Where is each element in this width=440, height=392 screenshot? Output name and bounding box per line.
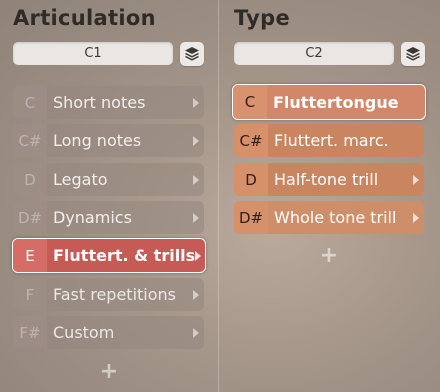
articulation-item-fluttert-trills[interactable]: E Fluttert. & trills (12, 238, 206, 273)
item-key: D# (234, 201, 268, 234)
chevron-right-icon (193, 212, 199, 223)
articulation-title: Articulation (13, 6, 156, 30)
type-panel: Type C2 C Fluttertongue C# Fluttert. mar… (219, 0, 440, 392)
item-key: E (13, 239, 47, 272)
chevron-right-icon (413, 212, 419, 223)
type-item-fluttertongue[interactable]: C Fluttertongue (232, 84, 426, 120)
plus-icon: + (99, 359, 119, 384)
layers-icon (406, 47, 420, 61)
type-item-whole-tone-trill[interactable]: D# Whole tone trill (234, 201, 424, 234)
type-title: Type (234, 6, 290, 30)
item-label: Fluttert. marc. (274, 131, 389, 150)
chevron-right-icon (193, 174, 199, 185)
articulation-item-long-notes[interactable]: C# Long notes (13, 124, 204, 157)
chevron-right-icon (193, 97, 199, 108)
chevron-right-icon (195, 250, 202, 261)
type-key-field[interactable]: C2 (234, 42, 394, 65)
add-type-button[interactable]: + (319, 243, 339, 268)
articulation-item-legato[interactable]: D Legato (13, 163, 204, 196)
articulation-layers-button[interactable] (180, 42, 204, 66)
add-articulation-button[interactable]: + (99, 359, 119, 384)
articulation-panel: Articulation C1 C Short notes C# Long no… (0, 0, 219, 392)
layers-icon (185, 47, 199, 61)
articulation-item-fast-repetitions[interactable]: F Fast repetitions (13, 278, 204, 311)
plus-icon: + (319, 243, 339, 268)
item-key: C (13, 86, 47, 119)
item-label: Dynamics (53, 208, 132, 227)
item-key: C# (234, 124, 268, 157)
item-label: Legato (53, 170, 108, 189)
item-label: Fluttert. & trills (53, 246, 196, 265)
item-key: F (13, 278, 47, 311)
item-label: Short notes (53, 93, 146, 112)
item-label: Whole tone trill (274, 208, 397, 227)
articulation-item-short-notes[interactable]: C Short notes (13, 86, 204, 119)
chevron-right-icon (193, 135, 199, 146)
chevron-right-icon (413, 174, 419, 185)
item-key: D (234, 163, 268, 196)
articulation-item-dynamics[interactable]: D# Dynamics (13, 201, 204, 234)
type-item-fluttert-marc[interactable]: C# Fluttert. marc. (234, 124, 424, 157)
item-key: C (233, 85, 267, 119)
item-key: C# (13, 124, 47, 157)
item-label: Half-tone trill (274, 170, 379, 189)
item-label: Fast repetitions (53, 285, 177, 304)
item-key: D# (13, 201, 47, 234)
item-key: F# (13, 316, 47, 349)
item-key: D (13, 163, 47, 196)
chevron-right-icon (193, 289, 199, 300)
chevron-right-icon (193, 327, 199, 338)
item-label: Long notes (53, 131, 142, 150)
item-label: Custom (53, 323, 115, 342)
articulation-item-custom[interactable]: F# Custom (13, 316, 204, 349)
type-layers-button[interactable] (401, 42, 425, 66)
articulation-key-field[interactable]: C1 (13, 42, 173, 65)
type-item-half-tone-trill[interactable]: D Half-tone trill (234, 163, 424, 196)
item-label: Fluttertongue (273, 92, 399, 112)
